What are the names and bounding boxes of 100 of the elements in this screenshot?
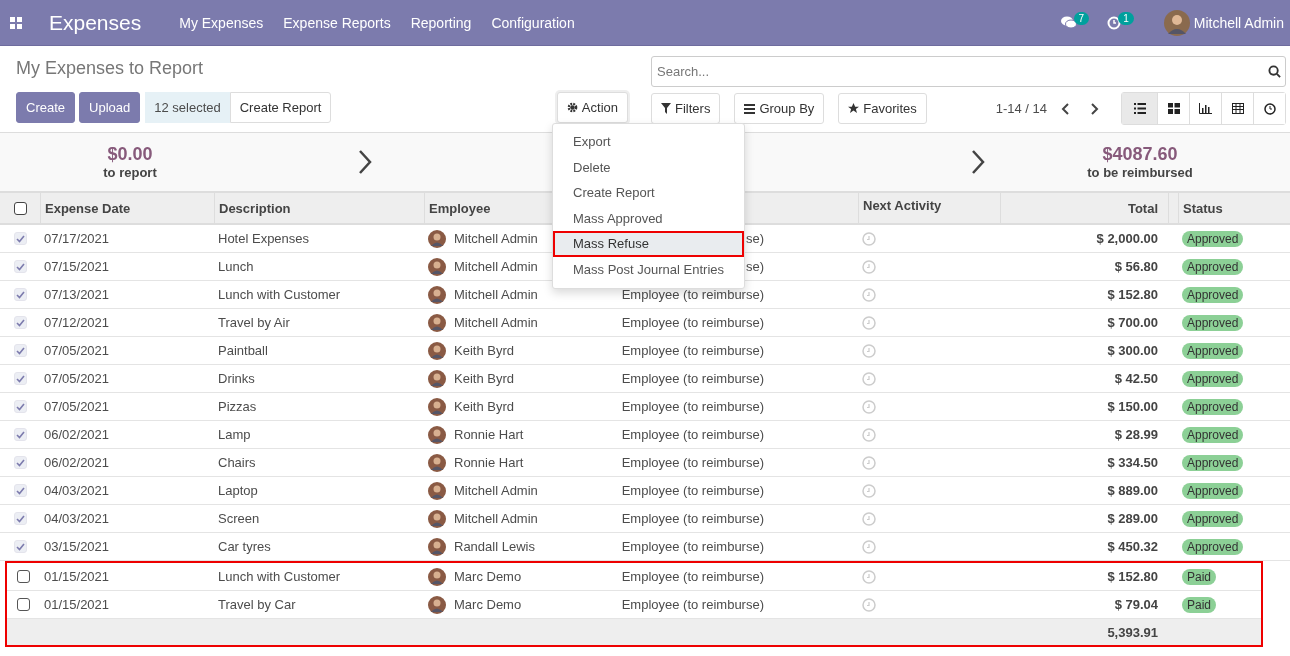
employee-name: Mitchell Admin: [454, 511, 538, 526]
pager-value[interactable]: 1-14 / 14: [995, 101, 1047, 116]
table-cell-text: Paintball: [217, 343, 269, 358]
menu-item[interactable]: Delete: [553, 154, 744, 180]
employee-name: Mitchell Admin: [454, 259, 538, 274]
action-button[interactable]: Action: [556, 92, 628, 123]
table-cell: Employee (to reimburse): [621, 371, 764, 386]
upload-button[interactable]: Upload: [79, 92, 141, 123]
column-header[interactable]: Expense Date: [40, 193, 214, 223]
employee-name: Ronnie Hart: [454, 427, 524, 442]
table-cell-text: 06/02/2021: [43, 427, 111, 442]
menu-item[interactable]: Mass Refuse: [553, 231, 744, 257]
table-cell-text: 07/15/2021: [43, 259, 111, 274]
nav-menu-item[interactable]: Expense Reports: [283, 14, 391, 31]
table-cell-text: $ 152.80: [1106, 287, 1159, 302]
list-view-button[interactable]: [1122, 93, 1157, 124]
table-cell: Employee (to reimburse): [621, 399, 764, 414]
create-button[interactable]: Create: [16, 92, 76, 123]
avatar-icon: [428, 567, 446, 586]
status-badge: Approved: [1182, 370, 1244, 387]
avatar-icon: [428, 481, 446, 500]
table-cell-text: $ 152.80: [1106, 569, 1159, 584]
employee-name: Keith Byrd: [454, 343, 514, 358]
status-badge: Approved: [1182, 426, 1244, 443]
chevron-right-icon: [970, 149, 986, 175]
nav-menu-item[interactable]: My Expenses: [179, 14, 264, 31]
summary-label: to report: [103, 165, 157, 180]
summary-amount: $0.00: [107, 144, 153, 165]
table-cell-text: $ 300.00: [1106, 343, 1159, 358]
search-icon[interactable]: [1268, 65, 1281, 78]
status-badge: Approved: [1182, 230, 1244, 247]
avatar-icon: [428, 369, 446, 388]
column-header[interactable]: Total: [1000, 193, 1168, 223]
table-cell-text: 03/15/2021: [43, 539, 111, 554]
status-badge: Approved: [1182, 398, 1244, 415]
table-cell: Employee (to reimburse): [621, 569, 764, 584]
table-cell-text: 04/03/2021: [43, 483, 111, 498]
column-header[interactable]: Description: [214, 193, 424, 223]
table-cell-text: Travel by Air: [217, 315, 291, 330]
create-report-button[interactable]: Create Report: [229, 92, 332, 123]
table-cell-text: Lunch: [217, 259, 255, 274]
search-field[interactable]: Search...: [651, 56, 1286, 87]
activity-view-button[interactable]: [1253, 93, 1285, 124]
table-cell-text: 01/15/2021: [43, 569, 111, 584]
avatar-icon: [428, 397, 446, 416]
list-icon: [1133, 103, 1146, 114]
column-header[interactable]: Next Activity: [858, 193, 1000, 223]
select-all-checkbox[interactable]: [13, 201, 27, 215]
employee-name: Marc Demo: [454, 569, 522, 584]
menu-item[interactable]: Export: [553, 129, 744, 155]
list-lines-icon: [744, 103, 756, 114]
page-title: My Expenses to Report: [16, 58, 205, 80]
table-cell-text: $ 889.00: [1106, 483, 1159, 498]
menu-item[interactable]: Mass Post Journal Entries: [553, 256, 744, 282]
total-sum: 5,393.91: [1106, 624, 1159, 640]
user-avatar-icon[interactable]: [1163, 9, 1190, 36]
search-option-button[interactable]: Favorites: [838, 93, 927, 124]
table-cell-text: Travel by Car: [217, 597, 297, 612]
column-header[interactable]: Status: [1178, 193, 1290, 223]
status-badge: Approved: [1182, 314, 1244, 331]
employee-name: Mitchell Admin: [454, 287, 538, 302]
row-checkbox[interactable]: [17, 570, 30, 583]
search-option-button[interactable]: Filters: [651, 93, 721, 124]
avatar-icon: [428, 285, 446, 304]
search-option-button[interactable]: Group By: [734, 93, 825, 124]
nav-menu-item[interactable]: Reporting: [410, 14, 472, 31]
employee-name: Keith Byrd: [454, 371, 514, 386]
table-cell: Employee (to reimburse): [621, 287, 764, 302]
table-cell-text: 07/12/2021: [43, 315, 111, 330]
avatar-icon: [428, 595, 446, 614]
avatar-icon: [428, 425, 446, 444]
bar-chart-icon: [1199, 103, 1212, 114]
table-icon: [1231, 103, 1244, 114]
avatar-icon: [428, 257, 446, 276]
table-cell-text: 07/17/2021: [43, 231, 111, 246]
table-cell-text: 07/05/2021: [43, 371, 111, 386]
table-cell-text: Chairs: [217, 455, 257, 470]
table-cell: Employee (to reimburse): [621, 343, 764, 358]
employee-name: Randall Lewis: [454, 539, 535, 554]
status-badge: Approved: [1182, 482, 1244, 499]
user-name[interactable]: Mitchell Admin: [1193, 14, 1284, 31]
apps-menu-icon[interactable]: [10, 16, 22, 29]
message-count-badge: 7: [1073, 12, 1090, 25]
status-badge: Paid: [1182, 568, 1217, 585]
next-icon[interactable]: [1089, 102, 1099, 115]
status-badge: Approved: [1182, 342, 1244, 359]
status-badge: Approved: [1182, 258, 1244, 275]
avatar-icon: [428, 509, 446, 528]
row-checkbox[interactable]: [17, 598, 30, 611]
chat-icon[interactable]: [1060, 15, 1077, 30]
previous-icon[interactable]: [1061, 102, 1071, 115]
clock-icon: [1263, 102, 1276, 115]
table-cell-text: Drinks: [217, 371, 256, 386]
summary-amount: $4087.60: [1102, 144, 1178, 165]
gear-icon: [566, 102, 578, 113]
avatar-icon: [428, 229, 446, 248]
nav-menu-item[interactable]: Configuration: [491, 14, 575, 31]
table-cell-text: Screen: [217, 511, 261, 526]
table-cell-text: $ 28.99: [1113, 427, 1159, 442]
table-cell-text: Hotel Expenses: [217, 231, 311, 246]
